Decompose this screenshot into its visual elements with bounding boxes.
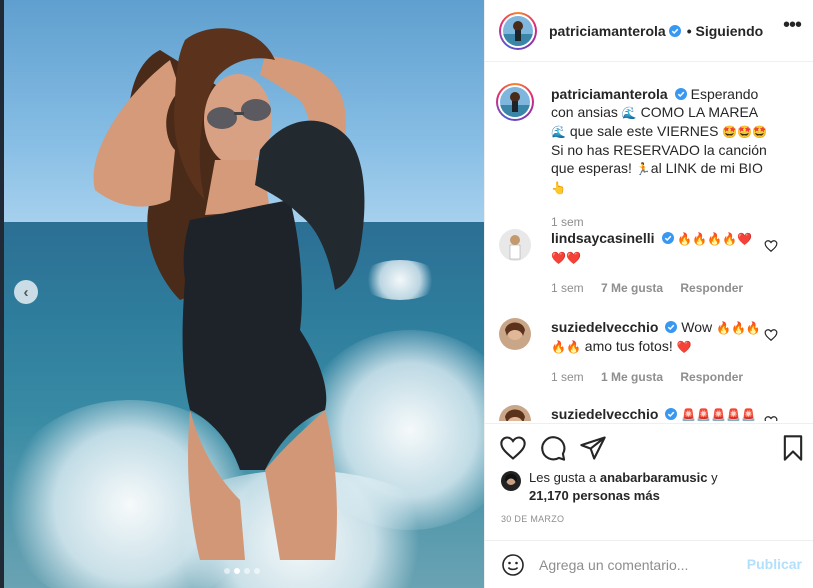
caption-body: patriciamanterola Esperando con ansias 🌊… — [551, 85, 776, 231]
like-comment-heart-icon[interactable] — [764, 415, 778, 421]
carousel-dots — [0, 568, 484, 574]
reply-button[interactable]: Responder — [680, 370, 743, 384]
comment-meta: 1 sem 7 Me gusta Responder — [551, 279, 776, 297]
comment-username[interactable]: suziedelvecchio — [551, 406, 658, 421]
verified-badge-icon — [665, 408, 678, 420]
carousel-dot — [254, 568, 260, 574]
comment-body: suziedelvecchio 🚨🚨🚨🚨🚨 — [551, 405, 776, 421]
bookmark-icon[interactable] — [779, 434, 807, 462]
heart-emoji-icon: ❤️❤️ — [551, 251, 581, 265]
author-username[interactable]: patriciamanterola — [549, 23, 666, 39]
post-action-bar — [485, 423, 813, 473]
author-avatar — [503, 15, 533, 46]
caption-text-5: al LINK de mi BIO — [650, 160, 763, 176]
verified-badge-icon — [665, 321, 678, 333]
photo-left-edge — [0, 0, 4, 588]
chevron-left-icon: ‹ — [23, 283, 29, 301]
heart-emoji-icon: ❤️ — [676, 340, 692, 354]
likes-prefix: Les gusta a — [529, 470, 597, 485]
verified-badge-icon — [661, 232, 674, 244]
post-date[interactable]: 30 DE MARZO — [501, 514, 564, 524]
caption-text-3: que sale este VIERNES — [569, 123, 719, 139]
carousel-dot — [244, 568, 250, 574]
liker-avatar[interactable] — [501, 471, 521, 491]
carousel-dot-active — [234, 568, 240, 574]
photo-woman-swimsuit — [93, 28, 365, 560]
heart-emoji-icon: ❤️ — [737, 232, 753, 246]
caption-avatar-image — [500, 87, 530, 117]
siren-emoji-icon: 🚨🚨🚨🚨🚨 — [681, 408, 756, 421]
running-emoji-icon: 🏃 — [635, 162, 651, 176]
comment-time[interactable]: 1 sem — [551, 370, 584, 384]
verified-badge-icon — [668, 24, 681, 37]
likes-summary: Les gusta a anabarbaramusic y 21,170 per… — [501, 469, 801, 505]
like-comment-heart-icon[interactable] — [764, 239, 778, 253]
story-ring[interactable] — [499, 11, 537, 50]
like-comment-heart-icon[interactable] — [764, 328, 778, 342]
following-status[interactable]: • Siguiendo — [687, 23, 763, 39]
comment-input[interactable] — [539, 555, 739, 575]
likes-count[interactable]: 21,170 personas más — [529, 488, 660, 503]
comment-likes[interactable]: 1 Me gusta — [601, 370, 663, 384]
more-options-button[interactable]: ••• — [780, 15, 804, 38]
comment-username[interactable]: lindsaycasinelli — [551, 230, 655, 246]
likes-text: Les gusta a anabarbaramusic y 21,170 per… — [529, 469, 801, 505]
commenter-avatar[interactable] — [499, 318, 531, 350]
smiley-icon[interactable] — [501, 553, 525, 577]
wave-emoji-icon: 🌊 — [621, 106, 637, 120]
post-photo[interactable]: ‹ — [0, 0, 484, 588]
commenter-avatar[interactable] — [499, 405, 531, 421]
instagram-post-window: ‹ patriciamanterola • Siguiendo ••• patr… — [0, 0, 813, 588]
comment-likes[interactable]: 7 Me gusta — [601, 281, 663, 295]
publish-button[interactable]: Publicar — [747, 556, 802, 572]
fire-emoji-icon: 🔥🔥🔥🔥 — [677, 232, 738, 246]
fire-emoji-icon: 🔥🔥 — [551, 340, 581, 354]
comment-meta: 1 sem 1 Me gusta Responder — [551, 368, 776, 386]
comments-list[interactable]: patriciamanterola Esperando con ansias 🌊… — [485, 63, 813, 421]
comment-body: suziedelvecchio Wow 🔥🔥🔥 🔥🔥 amo tus fotos… — [551, 318, 776, 386]
likes-joiner: y — [711, 470, 718, 485]
add-comment-bar: Publicar — [485, 540, 813, 588]
wave-emoji-icon: 🌊 — [551, 125, 566, 139]
reply-button[interactable]: Responder — [680, 281, 743, 295]
heart-icon[interactable] — [499, 434, 527, 462]
caption-text-2: COMO LA MAREA — [640, 104, 758, 120]
star-eyes-emoji-icon: 🤩🤩🤩 — [722, 125, 768, 139]
caption-time[interactable]: 1 sem — [551, 215, 584, 229]
comment-bubble-icon[interactable] — [539, 434, 567, 462]
pointing-hand-emoji-icon: 👆 — [551, 181, 566, 195]
comment-username[interactable]: suziedelvecchio — [551, 319, 658, 335]
comment-body: lindsaycasinelli 🔥🔥🔥🔥❤️ ❤️❤️ 1 sem 7 Me … — [551, 229, 776, 297]
caption-username[interactable]: patriciamanterola — [551, 86, 668, 102]
post-side-panel: patriciamanterola • Siguiendo ••• patric — [484, 0, 813, 588]
comment-time[interactable]: 1 sem — [551, 281, 584, 295]
verified-badge-icon — [674, 88, 687, 100]
carousel-dot — [224, 568, 230, 574]
carousel-prev-button[interactable]: ‹ — [14, 280, 38, 304]
liker-username[interactable]: anabarbaramusic — [600, 470, 708, 485]
fire-emoji-icon: 🔥🔥🔥 — [716, 321, 761, 335]
comment-text: Wow — [681, 319, 713, 335]
paper-plane-icon[interactable] — [579, 434, 607, 462]
commenter-avatar[interactable] — [499, 229, 531, 261]
caption-avatar[interactable] — [496, 83, 534, 121]
comment-text: amo tus fotos! — [584, 338, 673, 354]
post-header: patriciamanterola • Siguiendo ••• — [485, 0, 813, 62]
